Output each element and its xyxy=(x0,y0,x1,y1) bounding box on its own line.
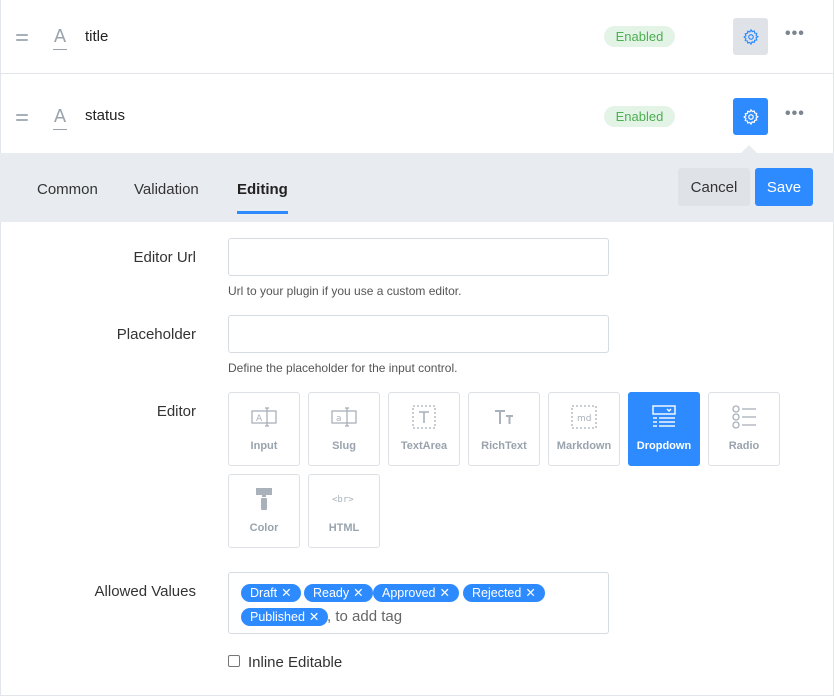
editor-option-radio[interactable]: Radio xyxy=(708,392,780,466)
editor-option-label: Input xyxy=(250,440,278,452)
drag-handle-icon[interactable] xyxy=(16,34,28,44)
svg-text:<br>: <br> xyxy=(332,495,354,505)
tab-validation[interactable]: Validation xyxy=(134,181,199,198)
editing-panel: Editor Url Url to your plugin if you use… xyxy=(0,222,834,696)
tag-label: Published xyxy=(250,610,305,624)
allowed-values-label: Allowed Values xyxy=(94,583,196,600)
inline-editable-checkbox[interactable] xyxy=(228,655,240,667)
gear-icon xyxy=(742,28,759,45)
tab-common[interactable]: Common xyxy=(37,181,98,198)
remove-tag-icon[interactable]: ✕ xyxy=(281,586,291,600)
remove-tag-icon[interactable]: ✕ xyxy=(440,586,450,600)
editor-url-label: Editor Url xyxy=(133,249,196,266)
editor-option-slug[interactable]: a Slug xyxy=(308,392,380,466)
editor-option-label: RichText xyxy=(481,440,527,452)
field-name: status xyxy=(85,107,126,124)
editor-option-input[interactable]: A Input xyxy=(228,392,300,466)
remove-tag-icon[interactable]: ✕ xyxy=(353,586,363,600)
tag[interactable]: Rejected ✕ xyxy=(463,584,545,602)
save-button[interactable]: Save xyxy=(755,168,813,206)
placeholder-hint: Define the placeholder for the input con… xyxy=(228,361,458,375)
tag[interactable]: Draft ✕ xyxy=(241,584,301,602)
editor-option-label: Slug xyxy=(332,440,356,452)
paint-roller-icon xyxy=(256,488,272,510)
markdown-icon: md xyxy=(571,405,597,429)
tag[interactable]: Approved ✕ xyxy=(373,584,459,602)
field-row-status[interactable]: A status Enabled ••• xyxy=(0,73,834,153)
cancel-button[interactable]: Cancel xyxy=(678,168,750,206)
editor-url-hint: Url to your plugin if you use a custom e… xyxy=(228,284,462,298)
tab-editing[interactable]: Editing xyxy=(237,181,288,214)
gear-icon xyxy=(742,108,759,125)
editor-option-richtext[interactable]: RichText xyxy=(468,392,540,466)
remove-tag-icon[interactable]: ✕ xyxy=(309,610,319,624)
tag[interactable]: Published ✕ xyxy=(241,608,329,626)
tag-label: Ready xyxy=(313,586,350,600)
richtext-icon xyxy=(495,410,513,424)
tag-label: Draft xyxy=(250,586,278,600)
editor-option-label: Color xyxy=(249,522,279,534)
status-badge: Enabled xyxy=(604,106,675,127)
tag[interactable]: Ready ✕ xyxy=(304,584,373,602)
editor-option-markdown[interactable]: md Markdown xyxy=(548,392,620,466)
drag-handle-icon[interactable] xyxy=(16,114,28,124)
svg-text:md: md xyxy=(577,414,591,424)
editor-label: Editor xyxy=(156,403,196,420)
more-dots-icon[interactable]: ••• xyxy=(785,25,805,43)
status-badge: Enabled xyxy=(604,26,675,47)
tag-label: Approved xyxy=(382,586,436,600)
remove-tag-icon[interactable]: ✕ xyxy=(525,586,535,600)
input-icon: A xyxy=(251,407,277,427)
editor-url-input[interactable] xyxy=(228,238,609,276)
editor-option-html[interactable]: <br> HTML xyxy=(308,474,380,548)
field-row-title[interactable]: A title Enabled ••• xyxy=(0,0,834,74)
placeholder-input[interactable] xyxy=(228,315,609,353)
svg-text:a: a xyxy=(336,414,342,424)
dropdown-icon xyxy=(652,405,676,427)
radio-icon xyxy=(732,405,756,429)
tag-label: Rejected xyxy=(472,586,522,600)
editor-option-label: TextArea xyxy=(400,440,448,452)
allowed-values-tag-input[interactable]: Draft ✕ Ready ✕ Approved ✕ Rejected ✕ Publis… xyxy=(228,572,609,634)
tabs-bar: Common Validation Editing Cancel Save xyxy=(0,153,834,222)
editor-option-label: Radio xyxy=(728,440,760,452)
settings-button[interactable] xyxy=(733,18,768,55)
editor-option-textarea[interactable]: TextArea xyxy=(388,392,460,466)
svg-text:A: A xyxy=(256,414,263,424)
text-a-icon: A xyxy=(53,26,67,50)
editor-option-color[interactable]: Color xyxy=(228,474,300,548)
editor-option-label: Dropdown xyxy=(636,440,692,452)
slug-icon: a xyxy=(331,407,357,427)
textarea-icon xyxy=(412,405,436,429)
editor-option-dropdown[interactable]: Dropdown xyxy=(628,392,700,466)
html-icon: <br> xyxy=(332,495,354,505)
tag-input-placeholder[interactable]: , to add tag xyxy=(327,608,402,625)
field-name: title xyxy=(85,28,109,45)
panel-caret xyxy=(741,145,757,153)
editor-option-label: Markdown xyxy=(556,440,612,452)
placeholder-label: Placeholder xyxy=(116,326,196,343)
editor-option-label: HTML xyxy=(328,522,360,534)
settings-button[interactable] xyxy=(733,98,768,135)
inline-editable-label[interactable]: Inline Editable xyxy=(248,654,342,671)
text-a-icon: A xyxy=(53,106,67,130)
more-dots-icon[interactable]: ••• xyxy=(785,105,805,123)
